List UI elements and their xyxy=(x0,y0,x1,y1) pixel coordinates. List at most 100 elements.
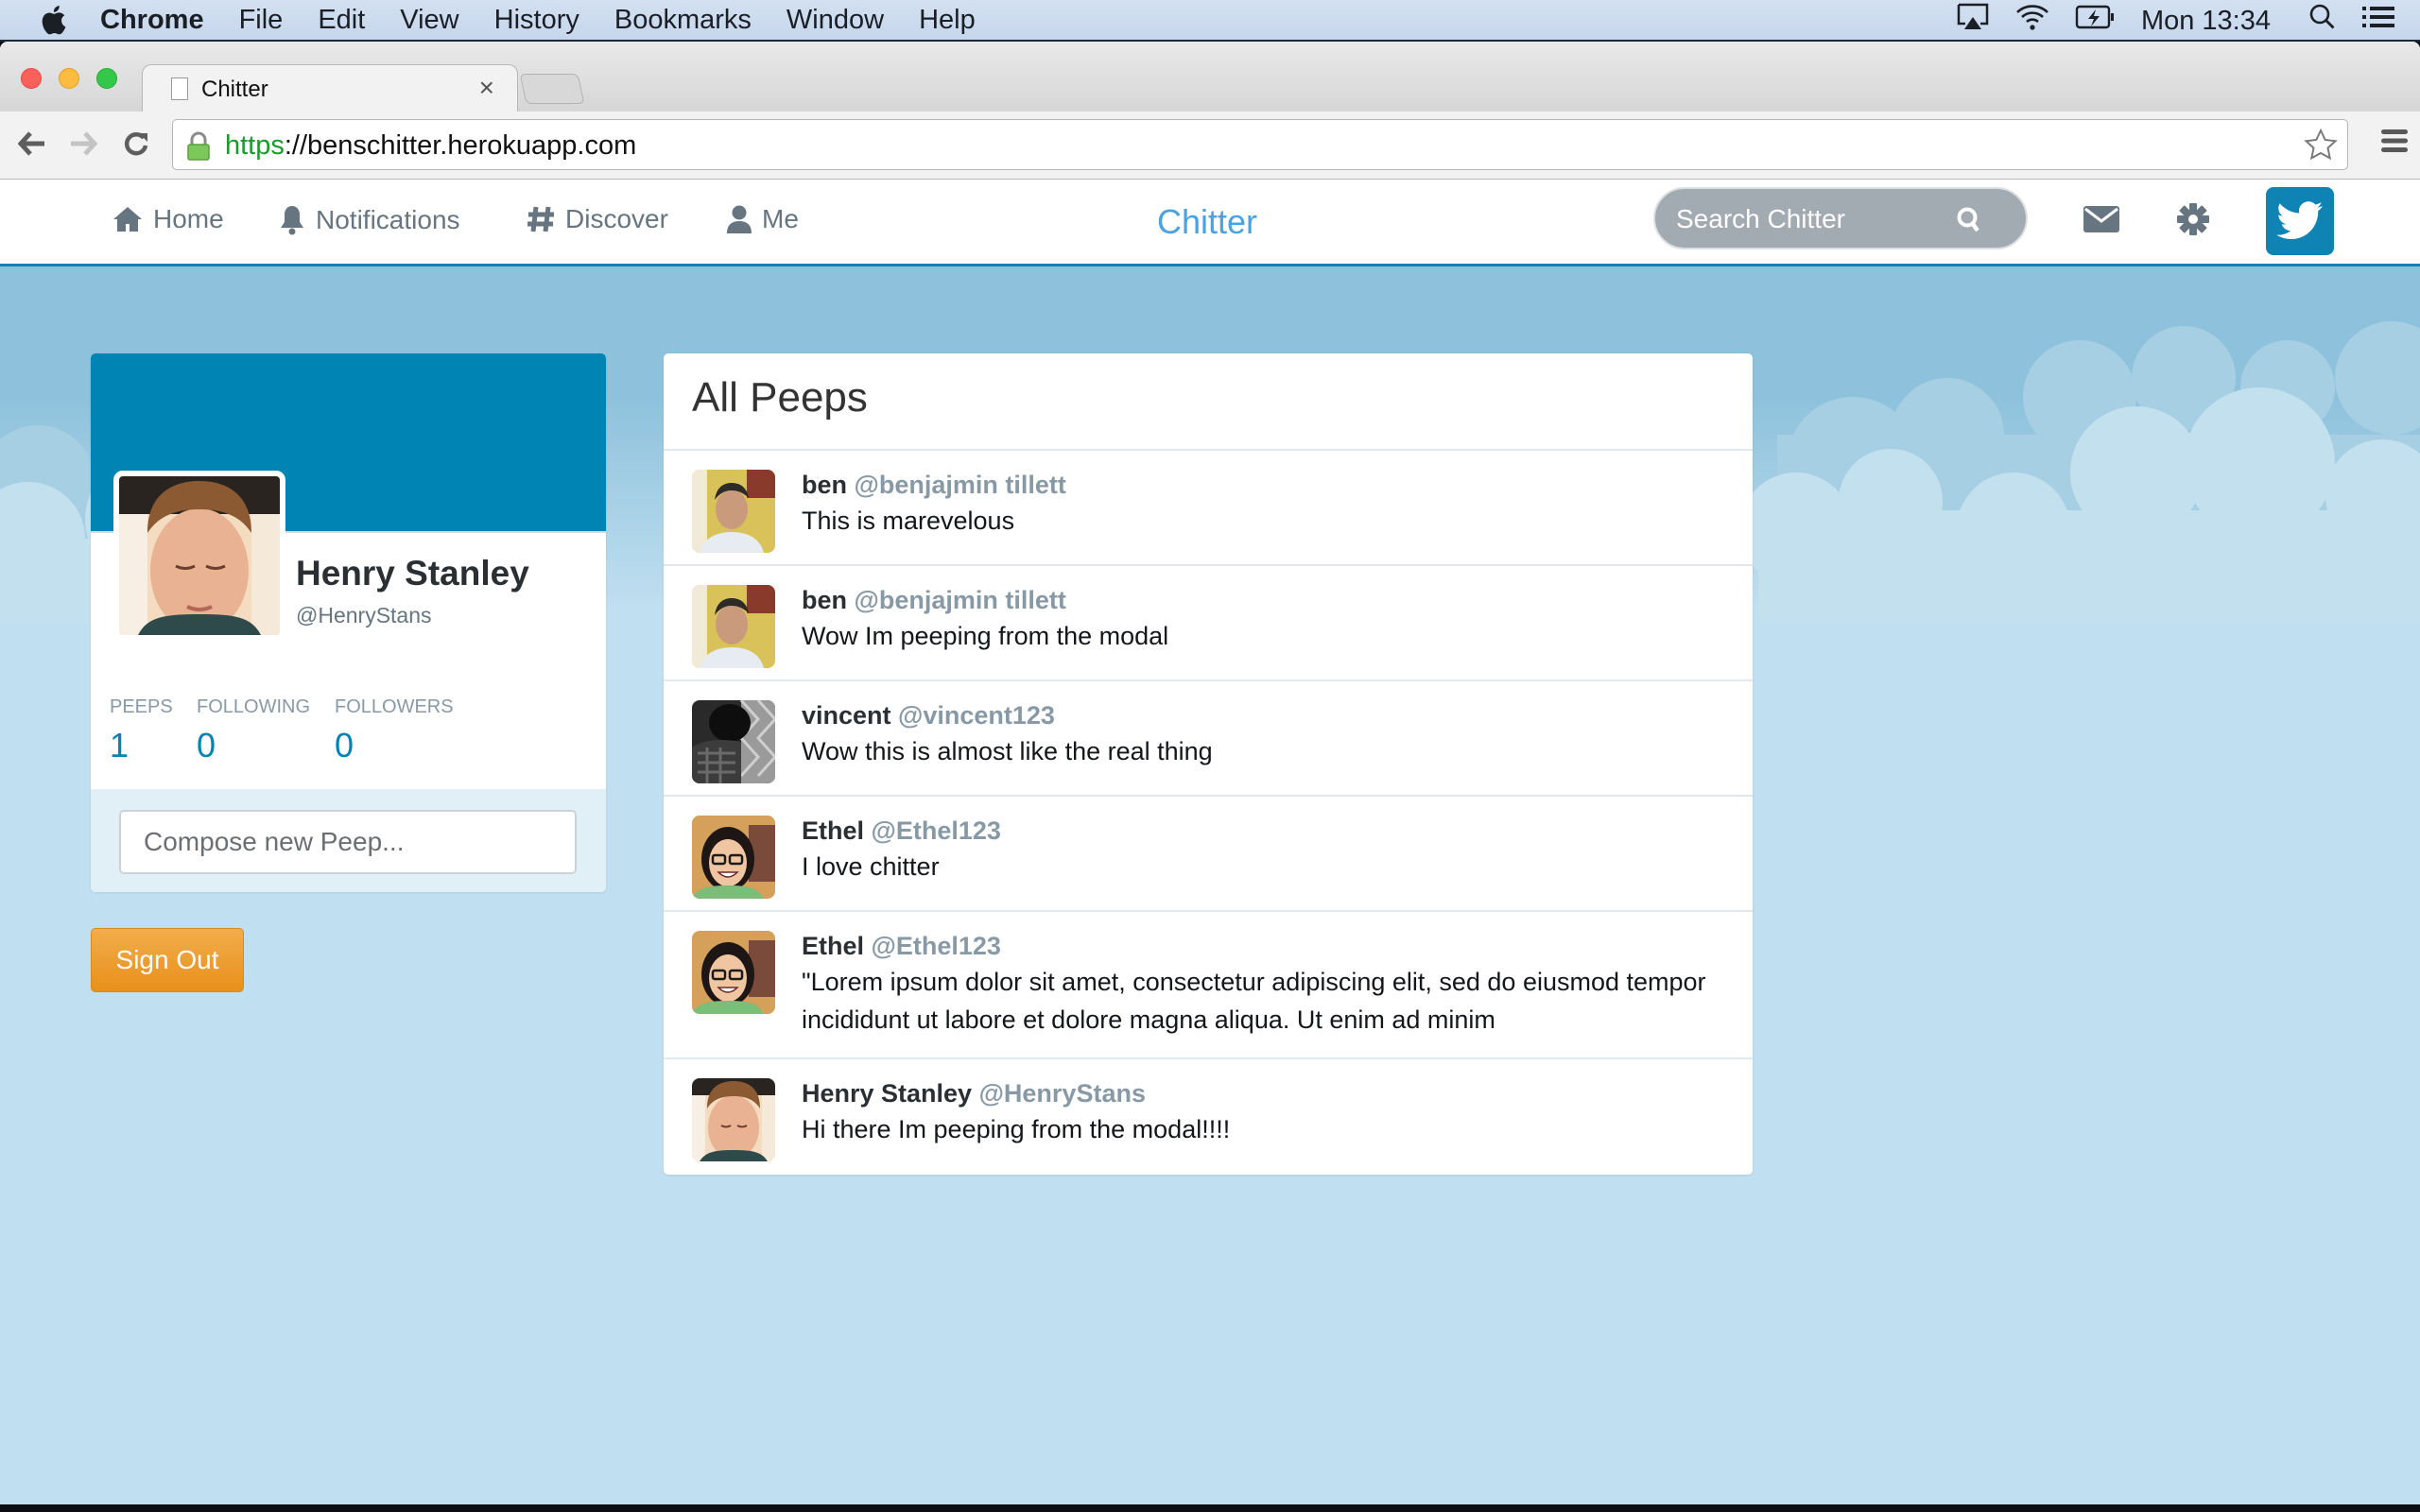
menu-history[interactable]: History xyxy=(494,5,579,36)
peep-author-name[interactable]: vincent xyxy=(802,701,891,730)
peep-item[interactable]: Henry Stanley @HenryStans Hi there Im pe… xyxy=(664,1059,1753,1175)
peeps-feed-card: All Peeps ben @benjajmin tillett This is… xyxy=(664,353,1753,1175)
tab-close-icon[interactable]: × xyxy=(479,73,494,103)
browser-tab-chitter[interactable]: Chitter × xyxy=(142,64,518,113)
peep-item[interactable]: Ethel @Ethel123 I love chitter xyxy=(664,797,1753,912)
menu-app-chrome[interactable]: Chrome xyxy=(100,5,204,36)
sign-out-button[interactable]: Sign Out xyxy=(91,928,244,992)
bell-icon xyxy=(281,206,303,235)
nav-me-label: Me xyxy=(762,204,799,233)
peep-text: Wow Im peeping from the modal xyxy=(802,622,1169,650)
twitter-bird-icon xyxy=(2276,201,2323,239)
peep-author-name[interactable]: ben xyxy=(802,586,847,614)
peep-author-name[interactable]: ben xyxy=(802,471,847,499)
wifi-icon[interactable] xyxy=(2014,3,2050,39)
tab-title: Chitter xyxy=(201,77,268,102)
bookmark-star-icon[interactable] xyxy=(2304,128,2338,165)
peep-author-handle[interactable]: @benjajmin tillett xyxy=(855,471,1066,499)
window-zoom-button[interactable] xyxy=(96,68,117,89)
site-navbar: Home Notifications Discover Me Chitter xyxy=(0,180,2420,266)
stat-peeps-value: 1 xyxy=(110,726,130,765)
twitter-button[interactable] xyxy=(2266,187,2334,255)
window-close-button[interactable] xyxy=(21,68,42,89)
nav-home[interactable]: Home xyxy=(112,204,224,234)
peep-author-name[interactable]: Henry Stanley xyxy=(802,1079,972,1108)
profile-avatar[interactable] xyxy=(113,471,285,641)
stat-following-label: FOLLOWING xyxy=(197,696,311,717)
battery-charging-icon[interactable] xyxy=(2075,4,2117,38)
secure-lock-icon[interactable] xyxy=(186,131,211,166)
peep-meta: Ethel @Ethel123 xyxy=(802,814,1724,848)
menu-help[interactable]: Help xyxy=(919,5,976,36)
stat-following-value: 0 xyxy=(197,726,216,765)
messages-envelope-icon[interactable] xyxy=(2083,198,2119,241)
menu-edit[interactable]: Edit xyxy=(318,5,365,36)
peep-author-handle[interactable]: @HenryStans xyxy=(979,1079,1146,1108)
peep-author-handle[interactable]: @vincent123 xyxy=(898,701,1055,730)
peep-item[interactable]: ben @benjajmin tillett Wow Im peeping fr… xyxy=(664,566,1753,681)
peep-text: I love chitter xyxy=(802,852,940,881)
peep-avatar[interactable] xyxy=(692,816,775,899)
profile-name[interactable]: Henry Stanley xyxy=(296,554,529,593)
peep-avatar[interactable] xyxy=(692,470,775,553)
nav-discover[interactable]: Discover xyxy=(526,204,668,234)
stat-followers[interactable]: FOLLOWERS 0 xyxy=(335,696,454,765)
url-text[interactable]: https://benschitter.herokuapp.com xyxy=(225,130,636,162)
search-input[interactable] xyxy=(1676,200,1960,238)
menubar-clock[interactable]: Mon 13:34 xyxy=(2141,6,2271,37)
compose-area xyxy=(91,789,606,892)
menu-file[interactable]: File xyxy=(239,5,284,36)
stat-followers-value: 0 xyxy=(335,726,354,765)
spotlight-search-icon[interactable] xyxy=(2308,3,2337,39)
new-tab-button[interactable] xyxy=(519,74,585,104)
apple-menu-icon[interactable] xyxy=(38,3,68,37)
peep-avatar[interactable] xyxy=(692,1078,775,1161)
notification-center-icon[interactable] xyxy=(2361,5,2395,37)
peep-item[interactable]: Ethel @Ethel123 "Lorem ipsum dolor sit a… xyxy=(664,912,1753,1059)
peep-meta: ben @benjajmin tillett xyxy=(802,468,1724,502)
peep-item[interactable]: vincent @vincent123 Wow this is almost l… xyxy=(664,681,1753,797)
menu-window[interactable]: Window xyxy=(786,5,884,36)
peep-text: Wow this is almost like the real thing xyxy=(802,737,1213,765)
menu-bookmarks[interactable]: Bookmarks xyxy=(614,5,752,36)
peep-author-handle[interactable]: @benjajmin tillett xyxy=(855,586,1066,614)
profile-stats: PEEPS 1 FOLLOWING 0 FOLLOWERS 0 xyxy=(110,696,480,765)
peep-avatar[interactable] xyxy=(692,931,775,1014)
peep-author-name[interactable]: Ethel xyxy=(802,932,864,960)
stat-peeps[interactable]: PEEPS 1 xyxy=(110,696,173,765)
back-arrow-icon[interactable] xyxy=(13,125,51,163)
nav-discover-label: Discover xyxy=(565,204,668,233)
window-minimize-button[interactable] xyxy=(59,68,79,89)
airplay-icon[interactable] xyxy=(1956,2,1990,40)
peep-author-handle[interactable]: @Ethel123 xyxy=(872,932,1001,960)
profile-handle[interactable]: @HenryStans xyxy=(296,603,432,628)
peep-list: ben @benjajmin tillett This is marevelou… xyxy=(664,451,1753,1175)
brand-logo[interactable]: Chitter xyxy=(1157,202,1257,242)
stat-peeps-label: PEEPS xyxy=(110,696,173,717)
peep-meta: Henry Stanley @HenryStans xyxy=(802,1076,1724,1110)
peep-text: "Lorem ipsum dolor sit amet, consectetur… xyxy=(802,968,1706,1034)
page-favicon-icon xyxy=(171,77,188,100)
peep-meta: Ethel @Ethel123 xyxy=(802,929,1724,963)
peep-item[interactable]: ben @benjajmin tillett This is marevelou… xyxy=(664,451,1753,566)
tab-strip: Chitter × xyxy=(0,42,2420,113)
compose-peep-input[interactable] xyxy=(119,810,577,874)
stat-following[interactable]: FOLLOWING 0 xyxy=(197,696,311,765)
menu-view[interactable]: View xyxy=(400,5,458,36)
peep-avatar[interactable] xyxy=(692,585,775,668)
hashtag-icon xyxy=(527,206,554,232)
url-host: ://benschitter.herokuapp.com xyxy=(284,130,637,161)
forward-arrow-icon[interactable] xyxy=(64,125,102,163)
peep-author-name[interactable]: Ethel xyxy=(802,816,864,845)
peep-avatar[interactable] xyxy=(692,700,775,783)
address-bar[interactable]: https://benschitter.herokuapp.com xyxy=(172,119,2348,170)
search-icon[interactable] xyxy=(1956,206,1982,239)
settings-gear-icon[interactable] xyxy=(2176,198,2210,241)
profile-card: Henry Stanley @HenryStans PEEPS 1 FOLLOW… xyxy=(91,353,606,892)
peep-author-handle[interactable]: @Ethel123 xyxy=(872,816,1001,845)
peep-meta: ben @benjajmin tillett xyxy=(802,583,1724,617)
nav-notifications[interactable]: Notifications xyxy=(278,204,460,236)
chrome-menu-icon[interactable] xyxy=(2380,127,2409,160)
reload-icon[interactable] xyxy=(117,125,155,163)
nav-me[interactable]: Me xyxy=(726,204,799,234)
